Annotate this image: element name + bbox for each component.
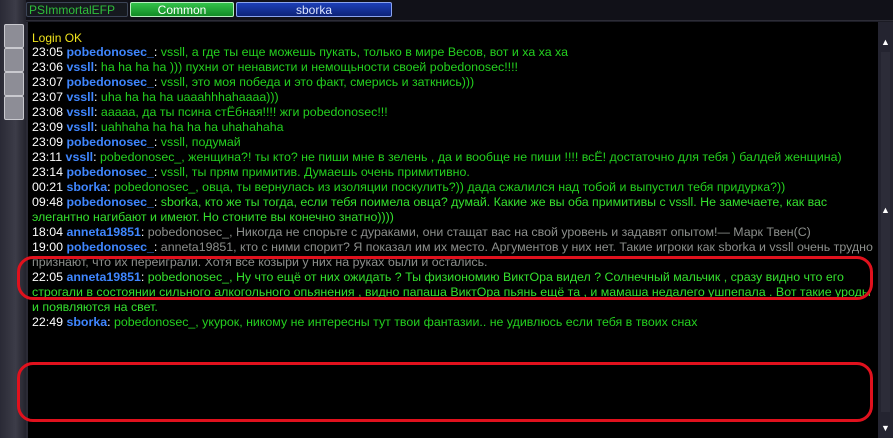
- tab-sborka[interactable]: sborka: [236, 2, 392, 17]
- message-nick[interactable]: vssll: [66, 90, 94, 104]
- side-tab[interactable]: [4, 96, 24, 120]
- message-text: vssll, а где ты еще можешь пукать, тольк…: [160, 45, 568, 59]
- message-time: 22:49: [32, 315, 64, 329]
- scroll-track[interactable]: [881, 52, 890, 412]
- chat-message: 23:09 pobedonosec_: vssll, подумай: [32, 135, 241, 149]
- side-tab[interactable]: [4, 24, 24, 48]
- message-text: vssll, подумай: [160, 135, 241, 149]
- message-nick[interactable]: vssll: [66, 105, 94, 119]
- message-time: 23:06: [32, 60, 64, 74]
- chat-message: 23:08 vssll: ааааа, да ты псина стЁбная!…: [32, 105, 388, 119]
- message-nick[interactable]: anneta19851: [66, 225, 140, 239]
- message-text: vssll, это моя победа и это факт, смерис…: [160, 75, 475, 89]
- message-time: 23:08: [32, 105, 64, 119]
- message-time: 23:09: [32, 120, 64, 134]
- message-nick[interactable]: vssll: [66, 150, 94, 164]
- message-nick[interactable]: pobedonosec_: [66, 45, 153, 59]
- message-time: 23:05: [32, 45, 64, 59]
- login-status: Login OK: [32, 31, 83, 45]
- tab-private-channel[interactable]: PSImmortalEFP: [26, 2, 128, 17]
- message-text: pobedonosec_, женщина?! ты кто? не пиши …: [100, 150, 842, 164]
- message-text: pobedonosec_, овца, ты вернулась из изол…: [114, 180, 786, 194]
- message-nick[interactable]: sborka: [66, 180, 107, 194]
- message-nick[interactable]: vssll: [66, 60, 94, 74]
- chat-message-highlighted: 22:05 anneta19851: pobedonosec_, Ну что …: [32, 270, 871, 314]
- message-text: uahhaha ha ha ha ha uhahahaha: [100, 120, 284, 134]
- message-text: ha ha ha ha ))) пухни от ненависти и нем…: [100, 60, 518, 74]
- message-text: vssll, ты прям примитив. Думаешь очень п…: [160, 165, 470, 179]
- message-nick[interactable]: pobedonosec_: [66, 75, 153, 89]
- message-time: 09:48: [32, 195, 64, 209]
- chat-message: 18:04 anneta19851: pobedonosec_, Никогда…: [32, 225, 811, 239]
- message-nick[interactable]: pobedonosec_: [66, 195, 153, 209]
- message-time: 23:09: [32, 135, 64, 149]
- message-time: 23:07: [32, 90, 64, 104]
- left-window-strip: [0, 0, 26, 438]
- chat-message: 23:11 vssll: pobedonosec_, женщина?! ты …: [32, 150, 842, 164]
- message-time: 19:00: [32, 240, 64, 254]
- chat-log[interactable]: Login OK 23:05 pobedonosec_: vssll, а гд…: [26, 22, 878, 438]
- chat-message: 23:09 vssll: uahhaha ha ha ha ha uhahaha…: [32, 120, 284, 134]
- scroll-marker-icon[interactable]: ▲: [880, 204, 891, 216]
- message-nick[interactable]: vssll: [66, 120, 94, 134]
- message-nick[interactable]: pobedonosec_: [66, 240, 153, 254]
- chat-scrollbar[interactable]: ▲ ▲ ▼: [878, 22, 893, 438]
- chat-message: 23:07 pobedonosec_: vssll, это моя побед…: [32, 75, 475, 89]
- chat-message: 23:07 vssll: uha ha ha ha uaaahhhahaaaa)…: [32, 90, 279, 104]
- chat-message-highlighted: 09:48 pobedonosec_: sborka, кто же ты то…: [32, 195, 828, 224]
- message-nick[interactable]: pobedonosec_: [66, 135, 153, 149]
- message-text: pobedonosec_, Ну что ещё от них ожидать …: [32, 270, 871, 314]
- chat-message: 19:00 pobedonosec_: anneta19851, кто с н…: [32, 240, 873, 269]
- side-tab[interactable]: [4, 72, 24, 96]
- message-nick[interactable]: pobedonosec_: [66, 165, 153, 179]
- message-nick[interactable]: anneta19851: [66, 270, 140, 284]
- side-tab[interactable]: [4, 48, 24, 72]
- message-time: 18:04: [32, 225, 64, 239]
- tab-common[interactable]: Common: [130, 2, 234, 17]
- chat-message: 23:06 vssll: ha ha ha ha ))) пухни от не…: [32, 60, 518, 74]
- message-time: 23:14: [32, 165, 64, 179]
- scroll-up-icon[interactable]: ▲: [880, 36, 891, 48]
- message-time: 22:05: [32, 270, 64, 284]
- message-nick[interactable]: sborka: [66, 315, 107, 329]
- message-text: pobedonosec_, укурок, никому не интересн…: [114, 315, 698, 329]
- chat-message: 22:49 sborka: pobedonosec_, укурок, нико…: [32, 315, 698, 329]
- chat-message: 23:05 pobedonosec_: vssll, а где ты еще …: [32, 45, 568, 59]
- message-text: ааааа, да ты псина стЁбная!!!! жги pobed…: [100, 105, 388, 119]
- chat-tab-bar: PSImmortalEFP Common sborka: [26, 0, 893, 21]
- message-time: 23:07: [32, 75, 64, 89]
- message-text: uha ha ha ha uaaahhhahaaaa))): [100, 90, 279, 104]
- message-time: 23:11: [32, 150, 63, 164]
- message-time: 00:21: [32, 180, 64, 194]
- message-text: pobedonosec_, Никогда не спорьте с дурак…: [147, 225, 811, 239]
- chat-message: 00:21 sborka: pobedonosec_, овца, ты вер…: [32, 180, 786, 194]
- scroll-down-icon[interactable]: ▼: [880, 422, 891, 434]
- chat-message: 23:14 pobedonosec_: vssll, ты прям прими…: [32, 165, 470, 179]
